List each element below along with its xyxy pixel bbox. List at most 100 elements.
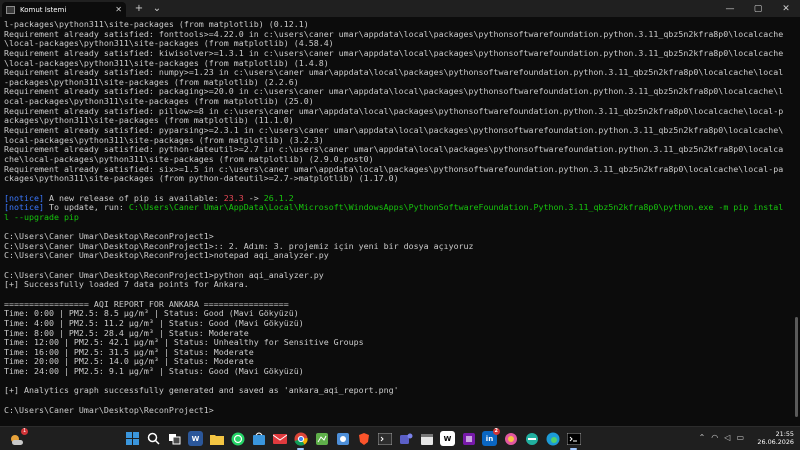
photos-app[interactable] — [335, 431, 350, 446]
whatsapp-icon — [231, 432, 244, 445]
copilot-icon — [504, 432, 517, 445]
edge-icon — [546, 432, 559, 445]
notion-icon: W — [443, 434, 452, 443]
clock-time: 21:55 — [775, 430, 794, 438]
console-line: -packages\python311\site-packages (from … — [4, 77, 299, 87]
tab-close-icon[interactable]: ✕ — [115, 5, 122, 14]
console-line: Requirement already satisfied: pyparsing… — [4, 126, 784, 136]
chrome-app[interactable] — [293, 431, 308, 450]
clock[interactable]: 21:55 26.06.2026 — [757, 430, 794, 446]
prompt-line: C:\Users\Caner Umar\Desktop\ReconProject… — [4, 232, 214, 242]
search-icon — [147, 432, 160, 445]
console-line: Requirement already satisfied: pillow>=8… — [4, 106, 784, 116]
report-row: Time: 0:00 | PM2.5: 8.5 µg/m³ | Status: … — [4, 309, 299, 319]
search-button[interactable] — [146, 431, 161, 446]
vpn-icon — [525, 432, 538, 445]
close-button[interactable]: ✕ — [772, 0, 800, 17]
speaker-icon[interactable]: ◁ — [724, 433, 730, 442]
console-line: Requirement already satisfied: kiwisolve… — [4, 48, 784, 58]
system-tray: ⌃ ◠ ◁ ▭ — [699, 433, 744, 442]
calendar-app[interactable] — [419, 431, 434, 446]
notice-text: A new release of pip is available: — [43, 193, 224, 203]
maps-app[interactable] — [314, 431, 329, 446]
tab-command-prompt[interactable]: Komut İstemi ✕ — [2, 2, 126, 17]
command-prompt-app[interactable] — [566, 431, 581, 450]
version-arrow: -> — [243, 193, 264, 203]
whatsapp-app[interactable] — [230, 431, 245, 446]
wifi-icon[interactable]: ◠ — [711, 433, 718, 442]
console-line: Requirement already satisfied: six>=1.5 … — [4, 164, 784, 174]
notion-app[interactable]: W — [440, 431, 455, 446]
chrome-icon — [294, 432, 308, 446]
terminal-icon — [377, 432, 392, 445]
prompt-line: C:\Users\Caner Umar\Desktop\ReconProject… — [4, 251, 329, 261]
chevron-up-icon[interactable]: ⌃ — [699, 433, 706, 442]
console-line: ckages\python311\site-packages (from pyt… — [4, 174, 399, 184]
console-line: ocal-packages\python311\site-packages (f… — [4, 97, 314, 107]
console-line: \local-packages\python311\site-packages … — [4, 39, 334, 49]
task-view-icon — [169, 434, 181, 445]
start-button[interactable] — [125, 431, 140, 446]
terminal-app[interactable] — [377, 431, 392, 446]
prompt-line: C:\Users\Caner Umar\Desktop\ReconProject… — [4, 241, 474, 251]
title-bar: Komut İstemi ✕ + ⌄ — ▢ ✕ — [0, 0, 800, 17]
report-row: Time: 4:00 | PM2.5: 11.2 µg/m³ | Status:… — [4, 318, 304, 328]
console-line: \local-packages\python311\site-packages … — [4, 58, 329, 68]
mail-app[interactable] — [272, 431, 287, 446]
taskbar: 1 W W in 2 ⌃ ◠ ◁ ▭ 21:55 26.06.2026 — [0, 426, 800, 450]
tab-dropdown-button[interactable]: ⌄ — [150, 0, 164, 17]
pip-update-line: [notice] To update, run: C:\Users\Caner … — [4, 203, 790, 213]
minimize-button[interactable]: — — [716, 0, 744, 17]
new-tab-button[interactable]: + — [132, 0, 146, 17]
windows-icon — [126, 432, 139, 445]
teams-icon — [399, 433, 412, 444]
word-app[interactable]: W — [188, 431, 203, 446]
notification-badge: 1 — [20, 428, 28, 435]
task-view-button[interactable] — [167, 431, 182, 446]
edge-app[interactable] — [545, 431, 560, 446]
store-app[interactable] — [251, 431, 266, 446]
report-row: Time: 16:00 | PM2.5: 31.5 µg/m³ | Status… — [4, 347, 254, 357]
console-output[interactable]: l-packages\python311\site-packages (from… — [4, 20, 790, 420]
teams-app[interactable] — [398, 431, 413, 446]
onenote-app[interactable] — [461, 431, 476, 446]
photos-icon — [336, 432, 349, 445]
maps-icon — [315, 432, 328, 445]
window-controls: — ▢ ✕ — [716, 0, 800, 17]
console-line: che\local-packages\python311\site-packag… — [4, 154, 374, 164]
output-line: [+] Analytics graph successfully generat… — [4, 386, 399, 396]
output-line: [+] Successfully loaded 7 data points fo… — [4, 280, 249, 290]
new-version: 26.1.2 — [263, 193, 294, 203]
linkedin-app[interactable]: in 2 — [482, 428, 500, 446]
brave-app[interactable] — [356, 431, 371, 446]
copilot-app[interactable] — [503, 431, 518, 446]
calendar-icon — [420, 433, 433, 445]
scrollbar[interactable] — [792, 17, 800, 426]
report-row: Time: 8:00 | PM2.5: 28.4 µg/m³ | Status:… — [4, 328, 249, 338]
console-line: l-packages\python311\site-packages (from… — [4, 20, 309, 29]
report-header: ================= AQI REPORT FOR ANKARA … — [4, 299, 289, 309]
current-prompt[interactable]: C:\Users\Caner Umar\Desktop\ReconProject… — [4, 406, 790, 416]
scrollbar-thumb[interactable] — [795, 317, 798, 417]
report-row: Time: 24:00 | PM2.5: 9.1 µg/m³ | Status:… — [4, 367, 304, 377]
console-line: local-packages\python311\site-packages (… — [4, 135, 324, 145]
battery-icon[interactable]: ▭ — [736, 433, 744, 442]
notice-text: To update, run: — [43, 203, 129, 213]
pip-notice-line: [notice] A new release of pip is availab… — [4, 194, 790, 204]
vpn-app[interactable] — [524, 431, 539, 446]
console-line: Requirement already satisfied: packaging… — [4, 87, 784, 97]
maximize-button[interactable]: ▢ — [744, 0, 772, 17]
report-row: Time: 12:00 | PM2.5: 42.1 µg/m³ | Status… — [4, 338, 364, 348]
weather-widget[interactable]: 1 — [9, 428, 28, 446]
file-explorer-app[interactable] — [209, 431, 224, 446]
taskbar-apps: W W in 2 — [125, 428, 581, 450]
console-line: Requirement already satisfied: numpy>=1.… — [4, 68, 784, 78]
store-icon — [252, 432, 265, 445]
update-command-cont: l --upgrade pip — [4, 212, 79, 222]
